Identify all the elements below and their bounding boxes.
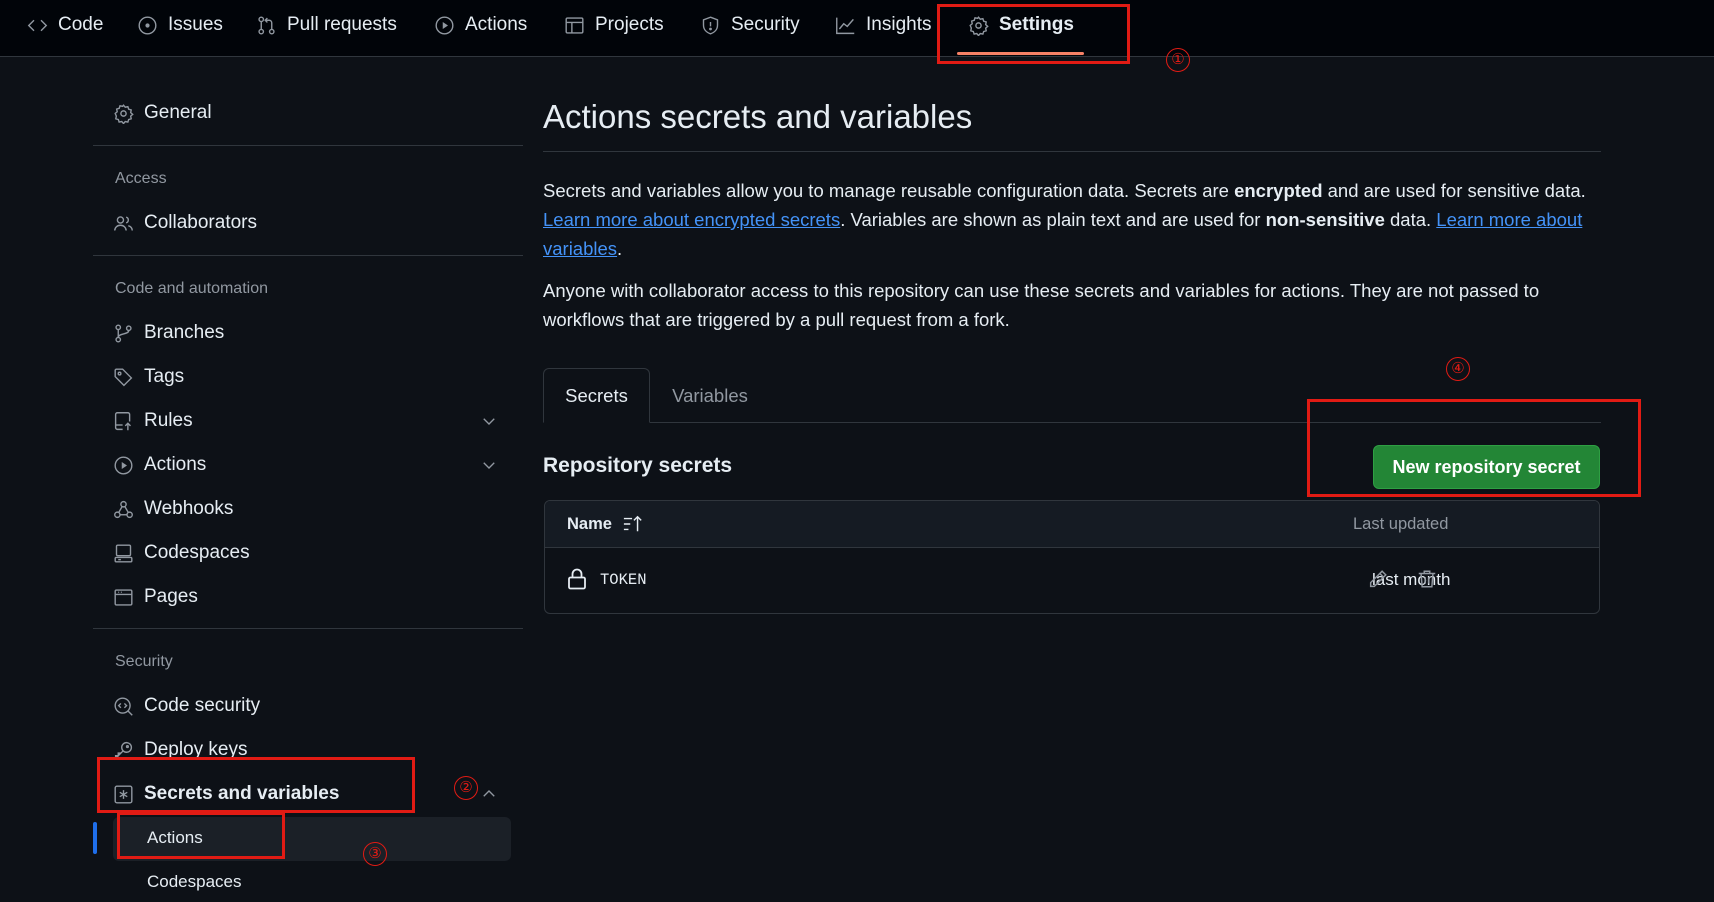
secret-name: TOKEN (600, 571, 647, 589)
sidebar-item-rules[interactable]: Rules (113, 406, 193, 436)
annotation-number-2: ② (454, 776, 478, 800)
sidebar-item-actions[interactable]: Actions (113, 450, 206, 480)
intro-text: . (617, 238, 623, 259)
tab-code[interactable]: Code (27, 0, 103, 50)
intro-text: Secrets and variables allow you to manag… (543, 180, 1235, 201)
shield-icon (702, 15, 719, 35)
sidebar-item-label: Collaborators (144, 212, 257, 233)
page-title: Actions secrets and variables (543, 98, 973, 135)
tab-security[interactable]: Security (700, 0, 800, 50)
annotation-number-1: ① (1166, 48, 1190, 72)
sidebar-divider (93, 255, 523, 256)
sidebar-item-pages[interactable]: Pages (113, 582, 198, 612)
intro-emphasis-encrypted: encrypted (1234, 180, 1323, 201)
chevron-up-icon[interactable] (480, 785, 498, 803)
sidebar-heading-security: Security (115, 653, 173, 670)
tab-insights[interactable]: Insights (835, 0, 931, 50)
repository-secrets-heading: Repository secrets (543, 454, 733, 477)
title-divider (543, 151, 1601, 152)
sidebar-item-general[interactable]: General (113, 98, 212, 128)
intro-emphasis-non-sensitive: non-sensitive (1265, 209, 1385, 230)
sort-by-name-button[interactable]: Name (567, 514, 644, 534)
annotation-box-actions (117, 812, 285, 859)
intro-text: and are used for sensitive data. (1322, 180, 1586, 201)
tab-actions[interactable]: Actions (434, 0, 527, 50)
codescan-icon (114, 696, 133, 716)
browser-icon (114, 588, 133, 606)
git-pull-request-icon (258, 15, 275, 35)
sidebar-heading-code-automation: Code and automation (115, 280, 268, 297)
sidebar-item-codespaces[interactable]: Codespaces (113, 538, 250, 568)
annotation-box-secrets-and-variables (97, 757, 415, 813)
lock-icon (568, 568, 586, 590)
sidebar-item-label: Pages (144, 586, 198, 607)
trash-icon[interactable] (1416, 568, 1438, 590)
tab-security-label: Security (731, 14, 800, 35)
git-branch-icon (115, 323, 132, 343)
column-name-label: Name (567, 514, 612, 533)
tab-pull-requests-label: Pull requests (287, 14, 397, 35)
annotation-box-settings (937, 4, 1130, 64)
issue-opened-icon (138, 15, 157, 35)
annotation-number-4: ④ (1446, 357, 1470, 381)
sidebar-item-label: Code security (144, 695, 261, 716)
table-row: TOKEN last month (545, 548, 1599, 613)
repo-push-icon (114, 411, 131, 430)
play-icon (435, 15, 454, 35)
webhook-icon (114, 500, 133, 518)
annotation-box-new-secret (1307, 399, 1641, 497)
tab-projects[interactable]: Projects (564, 0, 664, 50)
tab-issues[interactable]: Issues (137, 0, 223, 50)
gear-icon (114, 103, 134, 124)
tag-icon (114, 367, 133, 386)
chevron-down-icon[interactable] (480, 456, 498, 474)
secrets-table: Name Last updated TOKEN last month (544, 500, 1600, 614)
repo-nav-bar: Code Issues Pull requests Actions Projec… (0, 0, 1714, 57)
tab-issues-label: Issues (168, 14, 223, 35)
sidebar-item-label: Codespaces (144, 542, 250, 563)
sidebar-item-label: Webhooks (144, 498, 234, 519)
sidebar-subitem-codespaces[interactable]: Codespaces (147, 872, 242, 892)
sidebar-item-webhooks[interactable]: Webhooks (113, 494, 233, 524)
tab-variables[interactable]: Variables (665, 368, 755, 423)
code-icon (27, 19, 48, 31)
sidebar-divider (93, 145, 523, 146)
intro-text: data. (1384, 209, 1437, 230)
learn-more-secrets-link[interactable]: Learn more about encrypted secrets (543, 209, 840, 230)
tab-actions-label: Actions (465, 14, 528, 35)
graph-icon (836, 17, 855, 34)
collaborator-note: Anyone with collaborator access to this … (543, 280, 1540, 330)
sidebar-item-label: Branches (144, 322, 225, 343)
table-icon (565, 16, 584, 34)
sidebar-item-branches[interactable]: Branches (113, 318, 224, 348)
github-settings-page: Code Issues Pull requests Actions Projec… (0, 0, 1714, 902)
tab-projects-label: Projects (595, 14, 664, 35)
sidebar-item-label: Tags (144, 366, 185, 387)
pencil-icon[interactable] (1367, 568, 1389, 590)
sidebar-active-indicator (93, 822, 97, 854)
intro-text: . Variables are shown as plain text and … (840, 209, 1266, 230)
chevron-down-icon[interactable] (480, 412, 498, 430)
play-icon (114, 455, 133, 475)
sidebar-heading-access: Access (115, 170, 167, 187)
column-last-updated-label: Last updated (1353, 515, 1449, 533)
tab-insights-label: Insights (866, 14, 932, 35)
tab-pull-requests[interactable]: Pull requests (256, 0, 397, 50)
sidebar-divider (93, 628, 523, 629)
sidebar-item-collaborators[interactable]: Collaborators (113, 208, 257, 238)
sidebar-item-tags[interactable]: Tags (113, 362, 184, 392)
people-icon (114, 215, 133, 231)
sidebar-item-label: General (144, 102, 212, 123)
sort-asc-icon (623, 515, 642, 532)
intro-paragraph: Secrets and variables allow you to manag… (543, 176, 1603, 263)
tab-code-label: Code (58, 14, 104, 35)
sidebar-item-label: Rules (144, 410, 193, 431)
table-header: Name Last updated (545, 501, 1599, 548)
sidebar-item-label: Actions (144, 454, 207, 475)
sidebar-item-code-security[interactable]: Code security (113, 691, 260, 721)
annotation-number-3: ③ (363, 842, 387, 866)
tab-secrets[interactable]: Secrets (543, 368, 650, 423)
codespaces-icon (114, 543, 133, 563)
